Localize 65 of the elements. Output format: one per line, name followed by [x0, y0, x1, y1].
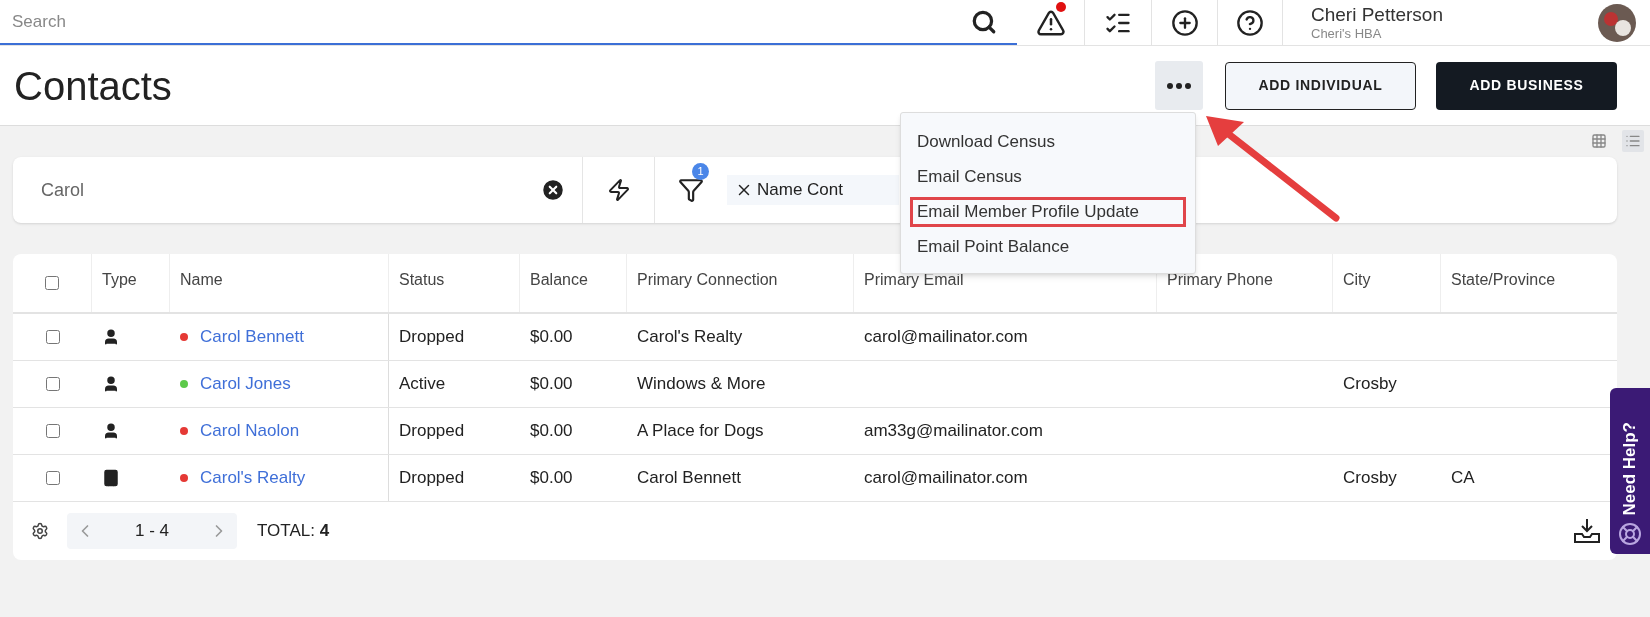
menu-item[interactable]: Email Member Profile Update	[910, 197, 1186, 227]
table-cell: Carol Bennett	[637, 468, 741, 488]
add-icon[interactable]	[1170, 8, 1199, 37]
table-cell: Dropped	[399, 468, 465, 488]
action-button[interactable]: ADD BUSINESS	[1436, 61, 1617, 110]
settings-icon[interactable]	[31, 522, 49, 540]
user-org: Cheri's HBA	[1311, 26, 1383, 43]
column-header[interactable]: Primary Connection	[637, 268, 778, 292]
help-icon[interactable]	[1236, 8, 1264, 37]
action-button[interactable]: ADD INDIVIDUAL	[1225, 61, 1416, 110]
search-field[interactable]: Search	[12, 8, 971, 35]
column-header[interactable]: Type	[102, 268, 137, 292]
table-cell: Dropped	[399, 327, 465, 347]
menu-item[interactable]: Email Point Balance	[913, 232, 1183, 262]
column-header[interactable]: State/Province	[1451, 268, 1556, 292]
total-count: TOTAL: 4	[257, 520, 330, 543]
table-cell: Carol's Realty	[637, 327, 743, 347]
lightning-icon[interactable]	[606, 178, 631, 202]
column-header[interactable]: Name	[180, 268, 223, 292]
filter-icon[interactable]	[678, 177, 704, 203]
page-title: Contacts	[14, 62, 173, 110]
avatar[interactable]	[1598, 3, 1636, 42]
clear-icon[interactable]	[540, 177, 566, 203]
filter-search-field[interactable]: Carol	[41, 176, 540, 204]
table-cell: A Place for Dogs	[637, 421, 764, 441]
table-cell: am33g@mailinator.com	[864, 421, 1043, 441]
filter-count-badge: 1	[692, 163, 709, 180]
table-cell: Active	[399, 374, 446, 394]
row-checkbox[interactable]	[45, 471, 60, 485]
table-cell: $0.00	[530, 421, 573, 441]
contact-link[interactable]: Carol Bennett	[200, 324, 304, 350]
row-checkbox[interactable]	[45, 424, 60, 438]
table-cell: Crosby	[1343, 374, 1397, 394]
select-all-checkbox[interactable]	[45, 276, 59, 290]
help-label: Need Help?	[1619, 422, 1640, 516]
table-cell: carol@mailinator.com	[864, 327, 1028, 347]
column-header[interactable]: Primary Phone	[1167, 268, 1273, 292]
table-cell: Crosby	[1343, 468, 1397, 488]
lifebuoy-icon	[1618, 522, 1642, 546]
table-cell: Windows & More	[637, 374, 766, 394]
search-icon[interactable]	[971, 8, 997, 35]
more-icon	[1167, 82, 1191, 89]
chip-label: Name Cont	[757, 179, 843, 202]
column-header[interactable]: Balance	[530, 268, 588, 292]
row-checkbox[interactable]	[45, 330, 60, 344]
page-range: 1 - 4	[135, 520, 169, 543]
help-tab[interactable]: Need Help?	[1610, 388, 1650, 554]
table-cell: CA	[1451, 468, 1475, 488]
menu-item[interactable]: Download Census	[913, 127, 1183, 157]
table-cell: Dropped	[399, 421, 465, 441]
column-header[interactable]: Status	[399, 268, 445, 292]
table-cell: $0.00	[530, 374, 573, 394]
more-button[interactable]	[1155, 61, 1203, 110]
menu-item[interactable]: Email Census	[913, 162, 1183, 192]
contact-link[interactable]: Carol Jones	[200, 371, 291, 397]
user-name: Cheri Petterson	[1311, 2, 1443, 27]
contact-link[interactable]: Carol Naolon	[200, 418, 300, 444]
column-header[interactable]: City	[1343, 268, 1371, 292]
contact-link[interactable]: Carol's Realty	[200, 465, 306, 491]
row-checkbox[interactable]	[45, 377, 60, 391]
table-cell: $0.00	[530, 327, 573, 347]
table-cell: carol@mailinator.com	[864, 468, 1028, 488]
download-icon[interactable]	[1573, 518, 1601, 544]
filter-chip[interactable]: Name Cont	[727, 175, 899, 205]
table-cell: $0.00	[530, 468, 573, 488]
